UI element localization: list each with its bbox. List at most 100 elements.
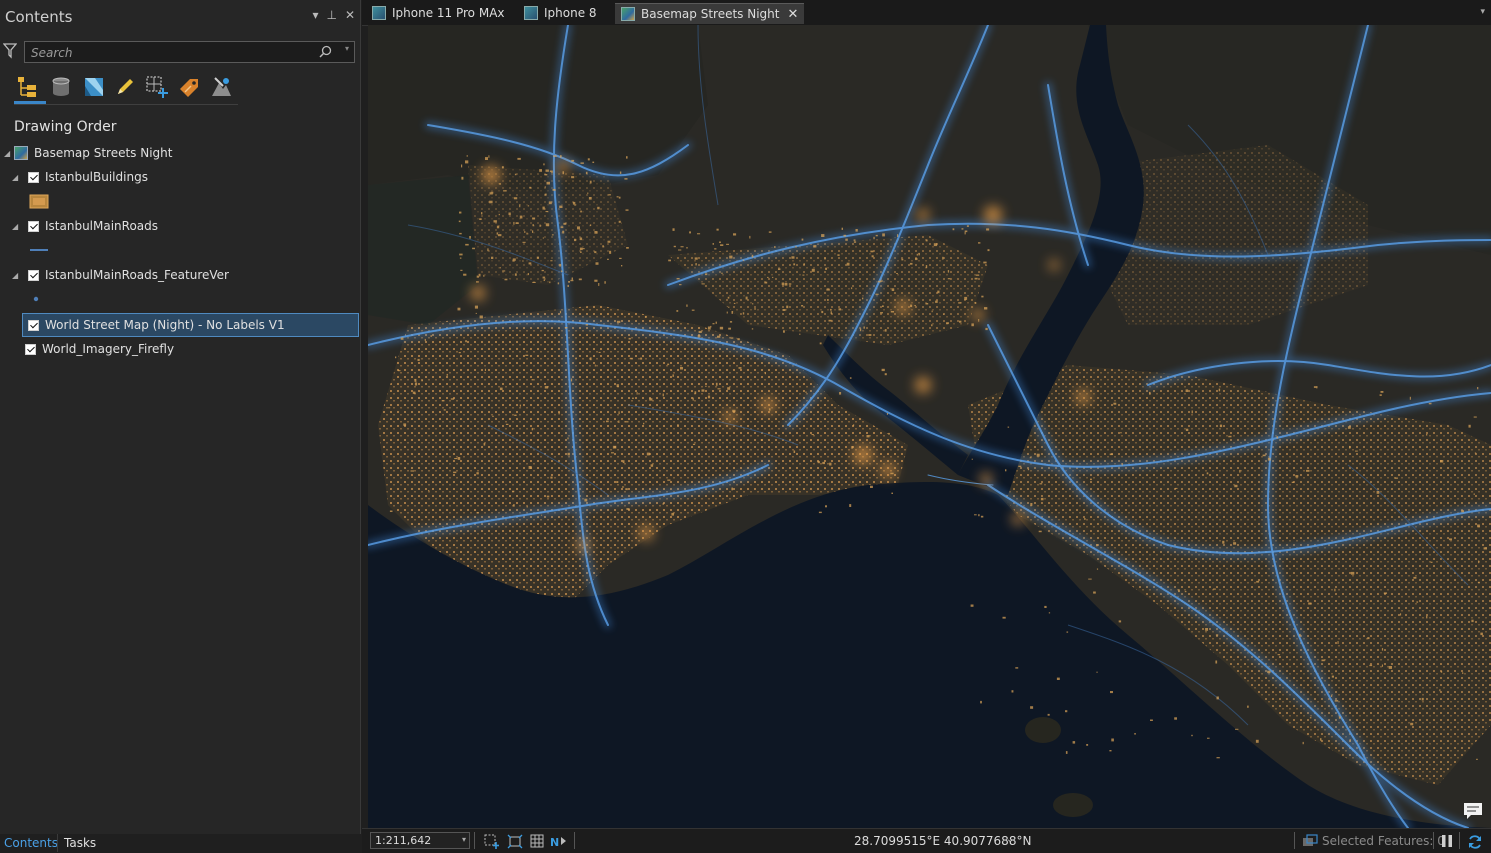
fixed-zoom-icon[interactable]: [484, 834, 500, 849]
tab-contents[interactable]: Contents: [4, 836, 58, 850]
map-notes-icon[interactable]: [1463, 802, 1483, 820]
layer-visibility-checkbox[interactable]: [25, 343, 36, 355]
building-mark: [916, 253, 918, 256]
scale-selector[interactable]: 1:211,642 ▾: [370, 832, 470, 849]
building-mark: [619, 171, 622, 174]
layer-row-world-imagery-firefly[interactable]: World_Imagery_Firefly: [25, 338, 174, 360]
tab-iphone-8[interactable]: Iphone 8: [524, 3, 597, 23]
tab-iphone-11-pro-max[interactable]: Iphone 11 Pro MAx: [372, 3, 505, 23]
point-symbol-icon[interactable]: [32, 295, 40, 303]
status-divider: [1433, 832, 1434, 849]
building-mark: [1065, 751, 1068, 754]
map-canvas[interactable]: [368, 25, 1491, 828]
building-mark: [571, 176, 575, 179]
contents-toolbar: [14, 72, 238, 105]
layer-visibility-checkbox[interactable]: [28, 319, 39, 331]
building-mark: [673, 245, 676, 248]
layer-row-istanbul-main-roads[interactable]: ◢ IstanbulMainRoads: [12, 215, 158, 237]
search-box[interactable]: ▾: [24, 41, 355, 63]
search-options-chevron-icon[interactable]: ▾: [345, 44, 349, 53]
building-mark: [544, 193, 547, 196]
north-arrow-icon[interactable]: N: [550, 834, 568, 849]
close-pane-icon[interactable]: ✕: [345, 8, 355, 22]
building-mark: [676, 278, 680, 280]
layer-visibility-checkbox[interactable]: [28, 269, 39, 281]
building-mark: [678, 249, 682, 251]
pin-icon[interactable]: ⊥: [326, 8, 336, 22]
building-mark: [475, 312, 477, 314]
map-view[interactable]: [368, 25, 1491, 828]
search-input[interactable]: [29, 44, 313, 62]
building-mark: [788, 283, 792, 285]
list-by-selection-button[interactable]: [144, 74, 170, 100]
building-mark: [514, 273, 517, 276]
building-mark: [952, 228, 955, 231]
building-mark: [821, 310, 824, 314]
line-symbol-icon[interactable]: [29, 246, 49, 254]
refresh-icon[interactable]: [1467, 834, 1483, 850]
building-mark: [1120, 432, 1122, 434]
list-by-labeling-button[interactable]: [176, 74, 202, 100]
building-mark: [528, 466, 532, 469]
map-item-row[interactable]: ◢ Basemap Streets Night: [4, 142, 172, 164]
building-mark: [532, 230, 534, 233]
list-by-editing-button[interactable]: [112, 74, 138, 100]
building-mark: [813, 245, 817, 248]
building-mark: [1030, 503, 1033, 506]
building-mark: [933, 243, 938, 247]
list-by-data-source-button[interactable]: [48, 74, 74, 100]
building-mark: [886, 413, 888, 415]
collapse-layer-icon[interactable]: ◢: [12, 222, 22, 231]
building-mark: [805, 391, 807, 393]
close-tab-icon[interactable]: ✕: [787, 7, 798, 22]
building-mark: [567, 452, 570, 456]
building-mark: [862, 297, 864, 300]
layer-visibility-checkbox[interactable]: [28, 171, 39, 183]
building-mark: [1185, 389, 1189, 392]
pane-menu-icon[interactable]: ▾: [312, 8, 318, 22]
building-mark: [819, 342, 822, 345]
building-mark: [727, 387, 731, 390]
list-by-snapping-button[interactable]: [208, 74, 234, 100]
building-mark: [1267, 670, 1271, 674]
building-mark: [1207, 737, 1210, 739]
building-mark: [545, 169, 549, 172]
building-mark: [649, 398, 653, 401]
collapse-map-icon[interactable]: ◢: [4, 149, 14, 158]
building-mark: [707, 395, 711, 399]
layer-row-istanbul-buildings[interactable]: ◢ IstanbulBuildings: [12, 166, 148, 188]
layer-visibility-checkbox[interactable]: [28, 220, 39, 232]
selected-features-icon[interactable]: [1302, 834, 1318, 848]
building-mark: [1295, 475, 1299, 478]
building-mark: [458, 220, 461, 223]
list-by-drawing-order-button[interactable]: [14, 74, 46, 104]
building-mark: [1355, 450, 1358, 452]
coordinate-format-chevron-icon[interactable]: ⌄: [1006, 834, 1014, 845]
pause-drawing-icon[interactable]: [1441, 834, 1453, 848]
layer-row-istanbul-main-roads-featurever[interactable]: ◢ IstanbulMainRoads_FeatureVer: [12, 264, 229, 286]
tab-basemap-streets-night[interactable]: Basemap Streets Night ✕: [615, 3, 805, 24]
collapse-layer-icon[interactable]: ◢: [12, 173, 22, 182]
building-mark: [1413, 576, 1417, 579]
building-mark: [802, 274, 805, 276]
building-mark: [1056, 677, 1060, 680]
navigator-icon[interactable]: [507, 834, 523, 849]
list-by-visibility-button[interactable]: [81, 74, 107, 100]
search-icon[interactable]: [319, 45, 332, 58]
polygon-symbol-icon[interactable]: [29, 194, 49, 209]
building-mark: [458, 352, 461, 354]
filter-icon[interactable]: [3, 43, 17, 59]
grid-icon[interactable]: [530, 834, 544, 848]
scale-dropdown-chevron-icon[interactable]: ▾: [462, 835, 466, 844]
building-mark: [701, 389, 705, 392]
building-mark: [1439, 689, 1441, 692]
collapse-layer-icon[interactable]: ◢: [12, 271, 22, 280]
tabs-overflow-chevron-icon[interactable]: ▾: [1480, 7, 1485, 17]
tab-tasks[interactable]: Tasks: [64, 836, 96, 850]
building-mark: [1256, 580, 1260, 583]
building-mark: [1380, 391, 1384, 393]
layer-row-world-street-map[interactable]: World Street Map (Night) - No Labels V1: [22, 313, 359, 337]
building-mark: [733, 233, 737, 236]
building-mark: [567, 284, 569, 287]
building-mark: [625, 488, 628, 491]
